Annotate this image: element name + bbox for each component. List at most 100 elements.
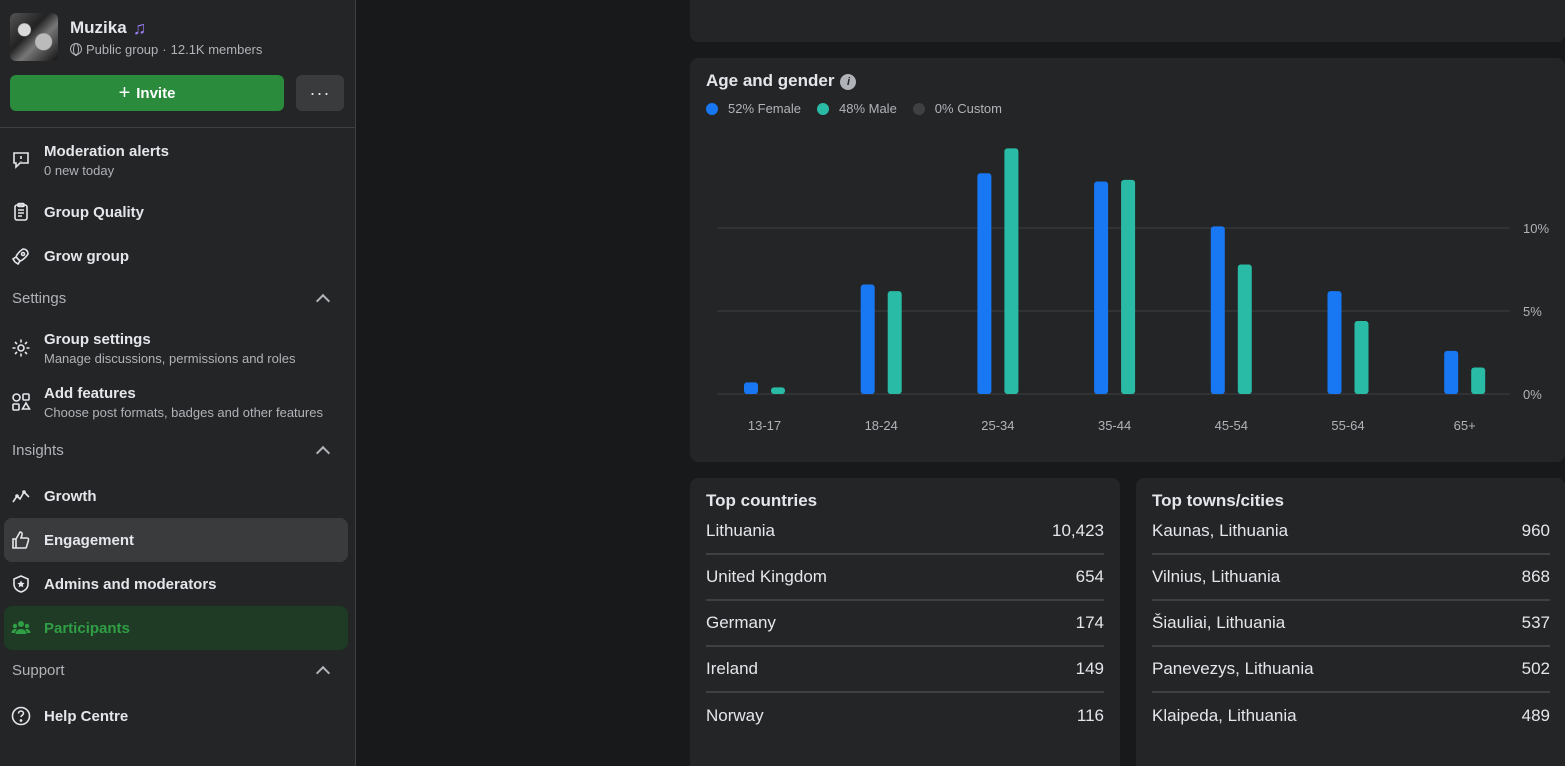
row-name: Kaunas, Lithuania [1152,521,1289,540]
bar-female-25-34[interactable] [977,173,992,394]
bar-male-13-17[interactable] [771,387,785,394]
list-row: Lithuania 10,423 [706,509,1104,555]
sidebar-item-group-quality[interactable]: Group Quality [4,190,348,234]
music-note-icon: ♫ [132,17,147,38]
group-avatar[interactable] [10,13,58,61]
clipboard-icon [10,201,32,223]
x-tick-label: 13-17 [748,418,781,433]
row-name: Ireland [706,659,758,678]
shield-star-icon [10,573,32,595]
x-tick-label: 18-24 [865,418,898,433]
row-value: 116 [1076,706,1104,725]
x-tick-label: 55-64 [1331,418,1364,433]
group-members[interactable]: 12.1K members [171,42,263,57]
divider [0,127,355,128]
bar-female-35-44[interactable] [1094,181,1109,394]
row-name: Vilnius, Lithuania [1152,567,1281,586]
sidebar-item-moderation-alerts[interactable]: Moderation alerts 0 new today [4,136,348,184]
group-header[interactable]: Muzika ♫ Public group · 12.1K members [10,13,262,61]
insights-section-header[interactable]: Insights [12,442,332,461]
bar-male-45-54[interactable] [1237,264,1252,394]
list-row: United Kingdom 654 [706,555,1104,601]
sidebar-item-add-features[interactable]: Add features Choose post formats, badges… [4,378,348,426]
bar-male-55-64[interactable] [1354,320,1369,394]
sidebar: Muzika ♫ Public group · 12.1K members + … [0,0,356,766]
more-icon: ··· [309,82,331,103]
list-row: Ireland 149 [706,647,1104,693]
top-countries-title: Top countries [706,491,818,510]
plus-icon: + [118,82,131,104]
bar-female-13-17[interactable] [744,382,758,394]
row-name: Klaipeda, Lithuania [1152,706,1297,725]
invite-button[interactable]: + Invite [10,75,284,111]
y-tick-label: 0% [1523,387,1542,402]
top-cities-title: Top towns/cities [1152,491,1284,510]
row-value: 174 [1075,613,1104,632]
row-name: Norway [706,706,764,725]
row-name: Lithuania [706,521,776,540]
trend-line-icon [10,485,32,507]
age-gender-chart: 0% 5% 10% 13-17 18-24 25-34 35-44 45-54 55-64 65+ [717,148,1549,433]
row-value: 149 [1075,659,1104,678]
sidebar-item-engagement[interactable]: Engagement [4,518,348,562]
rocket-icon [10,245,32,267]
chevron-up-icon[interactable] [315,445,331,461]
row-value: 537 [1521,613,1550,632]
group-privacy: Public group [86,41,159,57]
x-tick-label: 35-44 [1098,418,1131,433]
sidebar-item-participants[interactable]: Participants [4,606,348,650]
list-row: Germany 174 [706,601,1104,647]
alert-bubble-icon [10,149,32,171]
top-cities-card: Top towns/cities Kaunas, Lithuania 960 Vil… [1136,478,1565,766]
bar-female-55-64[interactable] [1327,291,1342,394]
chevron-up-icon[interactable] [315,665,331,681]
list-row: Šiauliai, Lithuania 537 [1152,601,1550,647]
shapes-icon [10,391,32,413]
support-section-header[interactable]: Support [12,662,332,681]
chevron-up-icon[interactable] [315,293,331,309]
bar-male-65+[interactable] [1471,367,1486,394]
sidebar-item-grow-group[interactable]: Grow group [4,234,348,278]
gear-icon [10,337,32,359]
list-row: Kaunas, Lithuania 960 [1152,509,1550,555]
bar-female-18-24[interactable] [860,284,875,394]
row-name: Germany [706,613,776,632]
row-value: 868 [1521,567,1550,586]
people-icon [10,617,32,639]
row-value: 654 [1075,567,1104,586]
row-name: Šiauliai, Lithuania [1152,613,1286,632]
group-name[interactable]: Muzika [70,18,127,38]
sidebar-item-admins-moderators[interactable]: Admins and moderators [4,562,348,606]
settings-section-header[interactable]: Settings [12,290,332,309]
list-row: Vilnius, Lithuania 868 [1152,555,1550,601]
x-tick-label: 45-54 [1215,418,1248,433]
age-gender-card: Age and gender i 52% Female 48% Male 0% Cus… [690,58,1565,462]
sidebar-item-help-centre[interactable]: Help Centre [4,694,348,738]
bar-female-45-54[interactable] [1210,226,1225,394]
thumbs-up-icon [10,529,32,551]
previous-card [690,0,1565,42]
row-name: United Kingdom [706,567,827,586]
bar-male-18-24[interactable] [887,291,902,394]
sidebar-item-group-settings[interactable]: Group settings Manage discussions, permi… [4,324,348,372]
bar-male-25-34[interactable] [1004,148,1019,394]
row-value: 502 [1521,659,1550,678]
list-row: Klaipeda, Lithuania 489 [1152,693,1550,739]
row-value: 10,423 [1052,521,1104,540]
y-tick-label: 10% [1523,221,1549,236]
y-tick-label: 5% [1523,304,1542,319]
sidebar-item-growth[interactable]: Growth [4,474,348,518]
list-row: Norway 116 [706,693,1104,739]
globe-icon [70,43,82,56]
more-options-button[interactable]: ··· [296,75,344,111]
x-tick-label: 65+ [1454,418,1476,433]
bar-female-65+[interactable] [1444,350,1459,394]
help-circle-icon [10,705,32,727]
bar-male-35-44[interactable] [1121,179,1136,394]
row-name: Panevezys, Lithuania [1152,659,1314,678]
row-value: 489 [1521,706,1550,725]
x-tick-label: 25-34 [981,418,1014,433]
row-value: 960 [1521,521,1550,540]
list-row: Panevezys, Lithuania 502 [1152,647,1550,693]
top-countries-card: Top countries Lithuania 10,423 United King… [690,478,1120,766]
